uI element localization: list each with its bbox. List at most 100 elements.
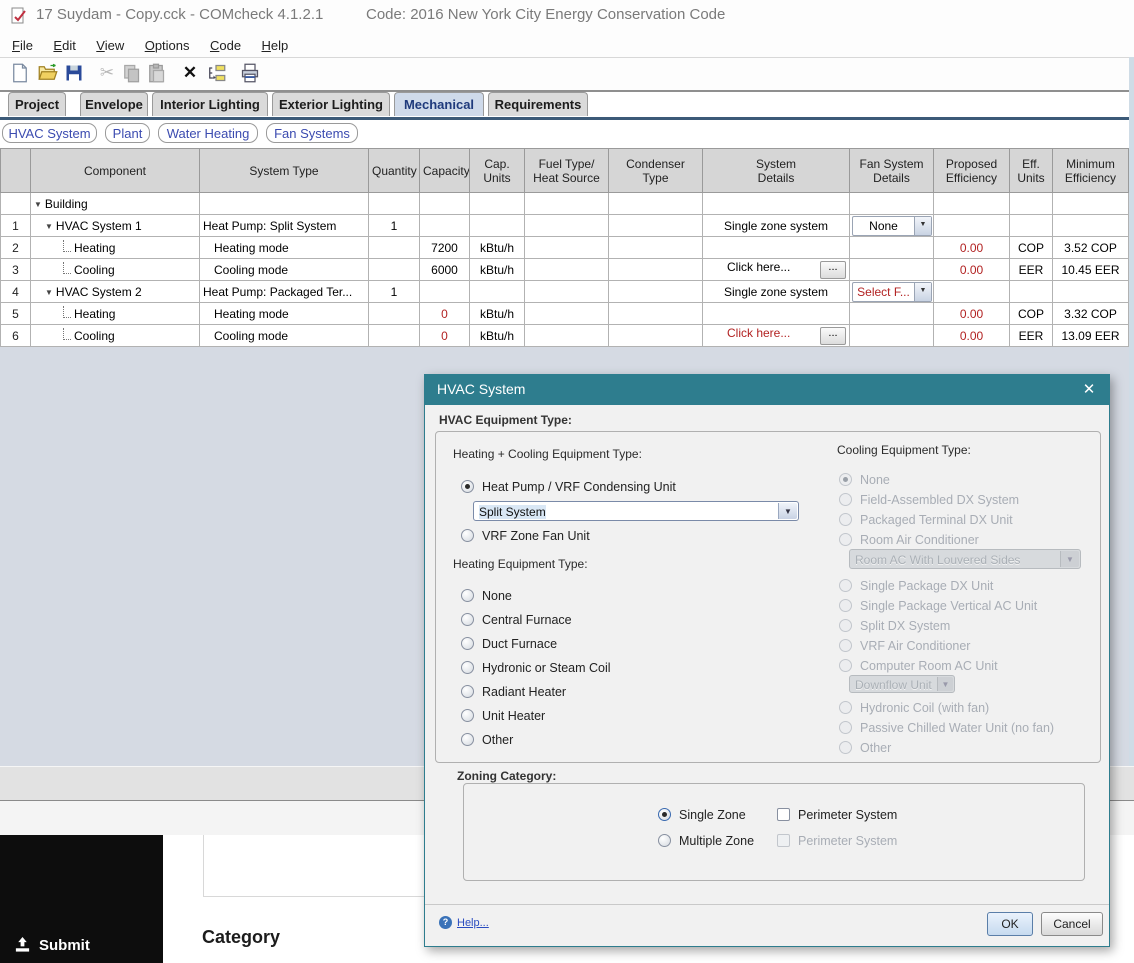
new-file-icon[interactable] xyxy=(10,63,30,83)
subtab-fan-systems[interactable]: Fan Systems xyxy=(266,123,358,143)
rownum-cell: 2 xyxy=(0,236,31,259)
menu-file[interactable]: File xyxy=(8,36,37,55)
quantity-cell[interactable]: 1 xyxy=(368,214,420,237)
radio-heating-other[interactable]: Other xyxy=(461,731,513,747)
heat-pump-type-combobox[interactable]: Split System ▼ xyxy=(473,501,799,521)
system-details-cell[interactable]: Single zone system xyxy=(702,214,850,237)
cell xyxy=(419,192,470,215)
menu-options[interactable]: Options xyxy=(141,36,194,55)
radio-icon xyxy=(461,733,474,747)
system-type-cell[interactable]: Heating mode xyxy=(199,302,369,325)
submit-button[interactable]: Submit xyxy=(14,936,90,955)
radio-central-furnace[interactable]: Central Furnace xyxy=(461,611,572,627)
radio-hydronic-steam-coil[interactable]: Hydronic or Steam Coil xyxy=(461,659,611,675)
delete-icon[interactable]: ✕ xyxy=(180,63,200,83)
chevron-down-icon[interactable]: ▼ xyxy=(914,282,931,301)
expand-arrow-icon[interactable]: ▼ xyxy=(34,200,42,209)
save-icon[interactable] xyxy=(64,63,84,83)
eff-units-cell[interactable]: EER xyxy=(1009,258,1053,281)
expand-arrow-icon[interactable]: ▼ xyxy=(45,222,53,231)
tab-envelope[interactable]: Envelope xyxy=(80,92,148,116)
component-cell[interactable]: Heating xyxy=(30,302,200,325)
capacity-cell[interactable]: 0 xyxy=(419,302,470,325)
component-cell-selected[interactable]: Heating xyxy=(30,236,200,259)
chevron-down-icon[interactable]: ▼ xyxy=(914,216,931,235)
system-type-cell[interactable]: Heating mode xyxy=(199,236,369,259)
eff-units-cell[interactable]: COP xyxy=(1009,236,1053,259)
system-type-cell[interactable]: Cooling mode xyxy=(199,324,369,347)
dialog-title-bar[interactable]: HVAC System ✕ xyxy=(425,375,1109,405)
radio-icon xyxy=(839,619,852,633)
click-here-label[interactable]: Click here... xyxy=(727,326,790,340)
capacity-cell[interactable]: 0 xyxy=(419,324,470,347)
radio-multiple-zone[interactable]: Multiple Zone xyxy=(658,832,755,848)
radio-label: None xyxy=(482,588,512,603)
details-ellipsis-button[interactable]: ... xyxy=(820,327,846,345)
fan-system-combobox[interactable]: None ▼ xyxy=(852,215,932,236)
menu-view[interactable]: View xyxy=(92,36,128,55)
cell xyxy=(849,258,934,281)
radio-label: Multiple Zone xyxy=(679,833,755,848)
component-cell[interactable]: Cooling xyxy=(30,324,200,347)
close-icon[interactable]: ✕ xyxy=(1079,380,1099,400)
chevron-down-icon: ▼ xyxy=(1060,551,1079,567)
subtab-plant[interactable]: Plant xyxy=(105,123,150,143)
open-file-icon[interactable] xyxy=(38,63,58,83)
tab-requirements[interactable]: Requirements xyxy=(488,92,588,116)
component-cell[interactable]: ▼ HVAC System 1 xyxy=(30,214,200,237)
proposed-efficiency-cell[interactable]: 0.00 xyxy=(933,236,1010,259)
menu-code[interactable]: Code xyxy=(206,36,245,55)
checkbox-perimeter-system-1[interactable]: Perimeter System xyxy=(777,806,897,822)
radio-duct-furnace[interactable]: Duct Furnace xyxy=(461,635,557,651)
cap-units-cell[interactable]: kBtu/h xyxy=(469,258,525,281)
tab-exterior-lighting[interactable]: Exterior Lighting xyxy=(272,92,390,116)
capacity-cell[interactable]: 7200 xyxy=(419,236,470,259)
radio-radiant-heater[interactable]: Radiant Heater xyxy=(461,683,566,699)
subtab-water-heating[interactable]: Water Heating xyxy=(158,123,258,143)
proposed-efficiency-cell[interactable]: 0.00 xyxy=(933,302,1010,325)
tab-project[interactable]: Project xyxy=(8,92,66,116)
component-cell[interactable]: ▼ Building xyxy=(30,192,200,215)
quantity-cell[interactable]: 1 xyxy=(368,280,420,303)
tab-interior-lighting[interactable]: Interior Lighting xyxy=(152,92,268,116)
capacity-cell[interactable]: 6000 xyxy=(419,258,470,281)
eff-units-cell[interactable]: EER xyxy=(1009,324,1053,347)
menu-edit[interactable]: Edit xyxy=(49,36,79,55)
click-here-label[interactable]: Click here... xyxy=(727,260,790,274)
system-details-cell[interactable]: Click here...... xyxy=(702,258,850,281)
radio-icon xyxy=(839,473,852,487)
radio-single-zone[interactable]: Single Zone xyxy=(658,806,746,822)
eff-units-cell[interactable]: COP xyxy=(1009,302,1053,325)
component-cell[interactable]: ▼ HVAC System 2 xyxy=(30,280,200,303)
expand-arrow-icon[interactable]: ▼ xyxy=(45,288,53,297)
system-type-cell[interactable]: Heat Pump: Packaged Ter... xyxy=(199,280,369,303)
combobox-value: Split System xyxy=(479,505,546,519)
ok-button[interactable]: OK xyxy=(987,912,1033,936)
radio-heating-none[interactable]: None xyxy=(461,587,512,603)
component-cell[interactable]: Cooling xyxy=(30,258,200,281)
system-details-cell[interactable]: Click here...... xyxy=(702,324,850,347)
cap-units-cell[interactable]: kBtu/h xyxy=(469,236,525,259)
subtab-hvac-system[interactable]: HVAC System xyxy=(2,123,97,143)
radio-vrf-zone-fan[interactable]: VRF Zone Fan Unit xyxy=(461,527,590,543)
proposed-efficiency-cell[interactable]: 0.00 xyxy=(933,258,1010,281)
fan-system-combobox[interactable]: Select F... ▼ xyxy=(852,281,932,302)
component-label: HVAC System 1 xyxy=(55,218,142,233)
system-details-cell[interactable]: Single zone system xyxy=(702,280,850,303)
cancel-button[interactable]: Cancel xyxy=(1041,912,1103,936)
details-ellipsis-button[interactable]: ... xyxy=(820,261,846,279)
min-efficiency-cell: 10.45 EER xyxy=(1052,258,1129,281)
system-type-cell[interactable]: Heat Pump: Split System xyxy=(199,214,369,237)
tab-mechanical[interactable]: Mechanical xyxy=(394,92,484,116)
print-icon[interactable] xyxy=(240,63,260,83)
radio-unit-heater[interactable]: Unit Heater xyxy=(461,707,545,723)
chevron-down-icon[interactable]: ▼ xyxy=(778,503,797,519)
system-type-cell[interactable]: Cooling mode xyxy=(199,258,369,281)
cap-units-cell[interactable]: kBtu/h xyxy=(469,302,525,325)
menu-help[interactable]: Help xyxy=(258,36,293,55)
transfer-icon[interactable] xyxy=(206,63,226,83)
radio-heat-pump-vrf[interactable]: Heat Pump / VRF Condensing Unit xyxy=(461,478,676,494)
cap-units-cell[interactable]: kBtu/h xyxy=(469,324,525,347)
proposed-efficiency-cell[interactable]: 0.00 xyxy=(933,324,1010,347)
help-link[interactable]: ? Help... xyxy=(439,916,489,929)
